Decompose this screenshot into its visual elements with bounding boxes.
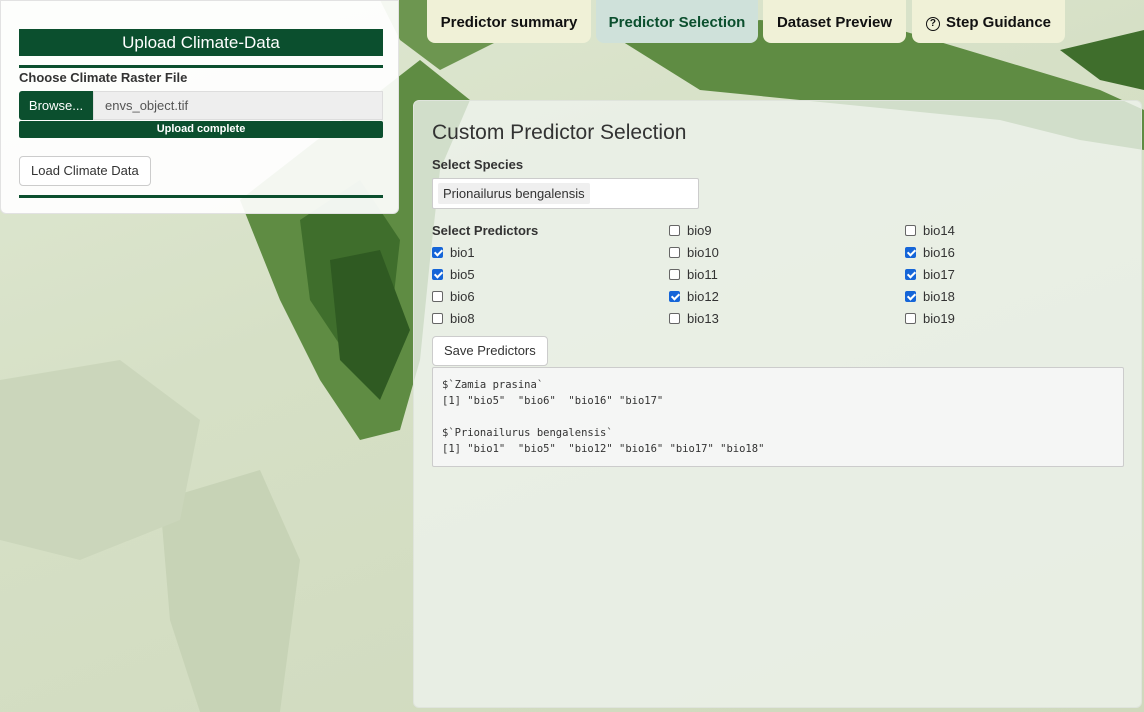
checkbox-label: bio1: [450, 245, 475, 260]
load-climate-data-button[interactable]: Load Climate Data: [19, 156, 151, 186]
checkbox-label: bio8: [450, 311, 475, 326]
checkbox-box[interactable]: [432, 291, 443, 302]
checkbox-label: bio13: [687, 311, 719, 326]
divider: [19, 195, 383, 198]
save-predictors-button[interactable]: Save Predictors: [432, 336, 548, 366]
tab-dataset-preview[interactable]: Dataset Preview: [763, 0, 906, 43]
checkbox-box[interactable]: [905, 269, 916, 280]
checkbox-box[interactable]: [669, 247, 680, 258]
tab-label: Predictor summary: [440, 14, 578, 31]
tab-predictor-summary[interactable]: Predictor summary: [427, 0, 591, 43]
checkbox-box[interactable]: [905, 313, 916, 324]
species-select[interactable]: Prionailurus bengalensis: [432, 178, 699, 209]
checkbox-box[interactable]: [905, 291, 916, 302]
checkbox-label: bio10: [687, 245, 719, 260]
checkbox-box[interactable]: [669, 291, 680, 302]
checkbox-box[interactable]: [432, 269, 443, 280]
checkbox-label: bio19: [923, 311, 955, 326]
checkbox-box[interactable]: [905, 247, 916, 258]
checkbox-label: bio14: [923, 223, 955, 238]
checkbox-label: bio16: [923, 245, 955, 260]
tab-step-guidance[interactable]: ? Step Guidance: [912, 0, 1065, 43]
tab-label: Predictor Selection: [608, 14, 746, 31]
browse-button[interactable]: Browse...: [19, 91, 93, 120]
checkbox-box[interactable]: [432, 313, 443, 324]
tab-label: Dataset Preview: [776, 14, 893, 31]
panel-title: Custom Predictor Selection: [432, 121, 687, 144]
divider: [19, 65, 383, 68]
checkbox-label: bio5: [450, 267, 475, 282]
predictor-selection-panel: Custom Predictor Selection Select Specie…: [413, 100, 1142, 708]
checkbox-box[interactable]: [432, 247, 443, 258]
checkbox-label: bio12: [687, 289, 719, 304]
checkbox-box[interactable]: [669, 269, 680, 280]
checkbox-label: bio17: [923, 267, 955, 282]
upload-title: Upload Climate-Data: [19, 29, 383, 56]
upload-panel: Upload Climate-Data Choose Climate Raste…: [0, 0, 399, 214]
file-input-label: Choose Climate Raster File: [19, 70, 188, 85]
checkbox-label: bio9: [687, 223, 712, 238]
tab-predictor-selection[interactable]: Predictor Selection: [596, 0, 758, 43]
selected-species-chip[interactable]: Prionailurus bengalensis: [438, 183, 590, 204]
predictors-label: Select Predictors: [432, 223, 539, 238]
upload-progress-bar: Upload complete: [19, 121, 383, 138]
checkbox-label: bio18: [923, 289, 955, 304]
selection-output: $`Zamia prasina` [1] "bio5" "bio6" "bio1…: [432, 367, 1124, 467]
checkbox-label: bio6: [450, 289, 475, 304]
checkbox-label: bio11: [687, 267, 718, 282]
checkbox-box[interactable]: [669, 225, 680, 236]
tab-label: Step Guidance: [945, 14, 1052, 31]
checkbox-box[interactable]: [905, 225, 916, 236]
checkbox-box[interactable]: [669, 313, 680, 324]
file-name-field[interactable]: envs_object.tif: [93, 91, 383, 120]
question-circle-icon: ?: [925, 17, 940, 31]
species-label: Select Species: [432, 157, 524, 172]
